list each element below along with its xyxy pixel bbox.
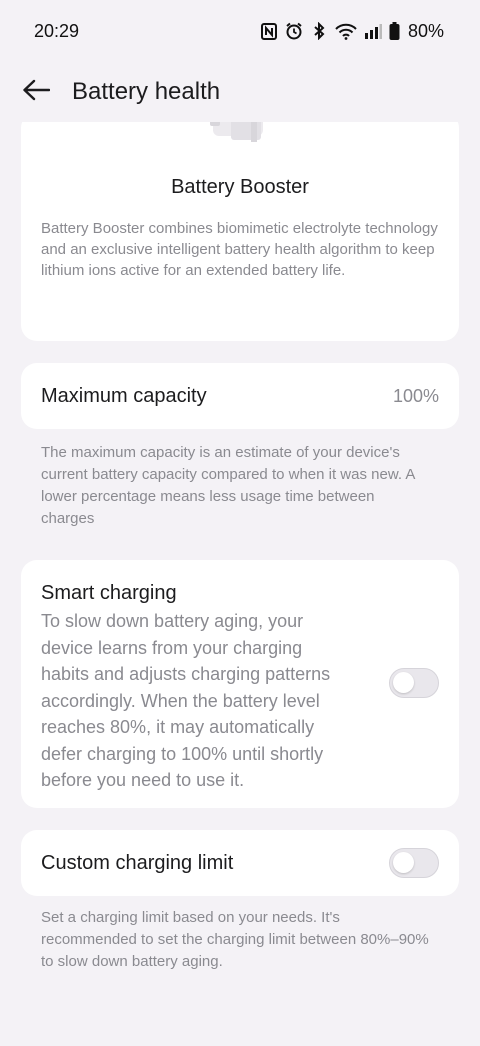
- custom-charging-limit-toggle[interactable]: [389, 848, 439, 878]
- battery-percent: 80%: [407, 20, 444, 41]
- nfc-icon: [260, 22, 278, 40]
- back-button[interactable]: [16, 72, 56, 112]
- smart-charging-row[interactable]: Smart charging To slow down battery agin…: [21, 560, 459, 808]
- battery-icon: [389, 22, 400, 40]
- battery-booster-card: Battery Booster Battery Booster combines…: [21, 122, 459, 341]
- maximum-capacity-value: 100%: [392, 385, 439, 406]
- toggle-knob: [393, 852, 414, 873]
- custom-charging-limit-label: Custom charging limit: [41, 851, 234, 874]
- smart-charging-label: Smart charging: [41, 582, 177, 604]
- status-time: 20:29: [34, 20, 80, 41]
- battery-booster-illustration: [207, 122, 287, 152]
- maximum-capacity-label: Maximum capacity: [41, 384, 207, 407]
- settings-list[interactable]: Battery Booster Battery Booster combines…: [0, 122, 480, 1046]
- toggle-knob: [393, 672, 414, 693]
- status-bar: 20:29 80%: [0, 0, 480, 62]
- smart-charging-description: To slow down battery aging, your device …: [41, 611, 331, 790]
- battery-booster-description: Battery Booster combines biomimetic elec…: [41, 220, 438, 279]
- maximum-capacity-row[interactable]: Maximum capacity 100%: [21, 363, 459, 429]
- bluetooth-icon: [310, 22, 328, 40]
- back-arrow-icon: [22, 79, 51, 106]
- battery-booster-title: Battery Booster: [171, 176, 309, 198]
- wifi-icon: [335, 22, 357, 40]
- app-bar: Battery health: [0, 62, 480, 122]
- page-title: Battery health: [72, 78, 221, 105]
- custom-charging-limit-caption: Set a charging limit based on your needs…: [41, 909, 429, 970]
- maximum-capacity-caption: The maximum capacity is an estimate of y…: [41, 444, 415, 527]
- custom-charging-limit-row[interactable]: Custom charging limit: [21, 830, 459, 896]
- alarm-icon: [285, 22, 303, 40]
- status-icons: 80%: [260, 21, 444, 42]
- signal-icon: [364, 22, 382, 40]
- smart-charging-toggle[interactable]: [389, 668, 439, 698]
